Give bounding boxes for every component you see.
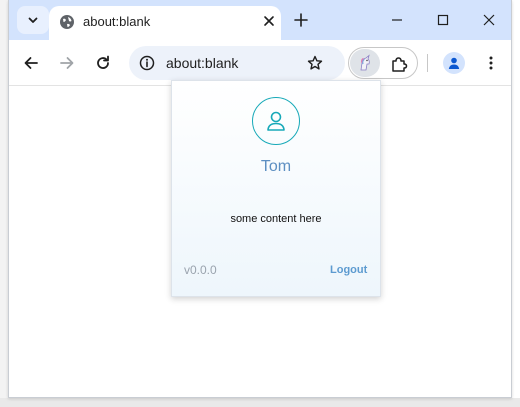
forward-button[interactable]	[57, 53, 77, 73]
unicorn-extension-icon	[360, 54, 370, 71]
maximize-button[interactable]	[433, 10, 453, 30]
version-label: v0.0.0	[184, 263, 217, 277]
extensions-group	[348, 47, 418, 79]
maximize-icon	[437, 14, 449, 26]
tab-close-button[interactable]	[261, 13, 277, 29]
person-icon	[448, 57, 460, 69]
toolbar-divider	[427, 54, 428, 72]
user-icon	[267, 111, 285, 131]
reload-icon	[97, 55, 109, 69]
globe-icon	[59, 14, 75, 30]
bookmark-button[interactable]	[305, 53, 325, 73]
minimize-button[interactable]	[387, 10, 407, 30]
close-icon	[483, 14, 495, 26]
avatar	[252, 97, 300, 145]
minimize-icon	[392, 19, 402, 21]
tab-about-blank[interactable]: about:blank	[49, 6, 281, 40]
new-tab-button[interactable]	[291, 10, 311, 30]
profile-button[interactable]	[443, 52, 465, 74]
back-button[interactable]	[21, 53, 41, 73]
extension-button[interactable]	[350, 49, 380, 77]
extensions-menu-button[interactable]	[389, 54, 409, 74]
extension-popup: Tom some content here v0.0.0 Logout	[171, 80, 381, 297]
logout-button[interactable]: Logout	[330, 264, 367, 276]
puzzle-icon	[392, 57, 408, 72]
close-icon	[264, 16, 274, 26]
url-text[interactable]: about:blank	[166, 55, 238, 71]
arrow-right-icon	[60, 57, 74, 69]
popup-content-text: some content here	[230, 213, 322, 225]
tab-search-button[interactable]	[17, 6, 49, 34]
address-bar[interactable]: about:blank	[129, 46, 345, 80]
star-icon	[307, 55, 323, 70]
site-info-button[interactable]	[137, 53, 157, 73]
kebab-menu-icon	[489, 56, 493, 70]
background-window-edge	[512, 0, 520, 407]
tab-title: about:blank	[83, 14, 151, 29]
plus-icon	[294, 13, 308, 27]
window-close-button[interactable]	[479, 10, 499, 30]
taskbar-edge	[0, 398, 520, 407]
info-icon	[139, 55, 155, 71]
user-name: Tom	[260, 158, 292, 175]
chevron-down-icon	[28, 17, 38, 23]
reload-button[interactable]	[93, 53, 113, 73]
tab-strip: about:blank	[9, 0, 511, 40]
arrow-left-icon	[24, 57, 38, 69]
browser-menu-button[interactable]	[481, 53, 501, 73]
